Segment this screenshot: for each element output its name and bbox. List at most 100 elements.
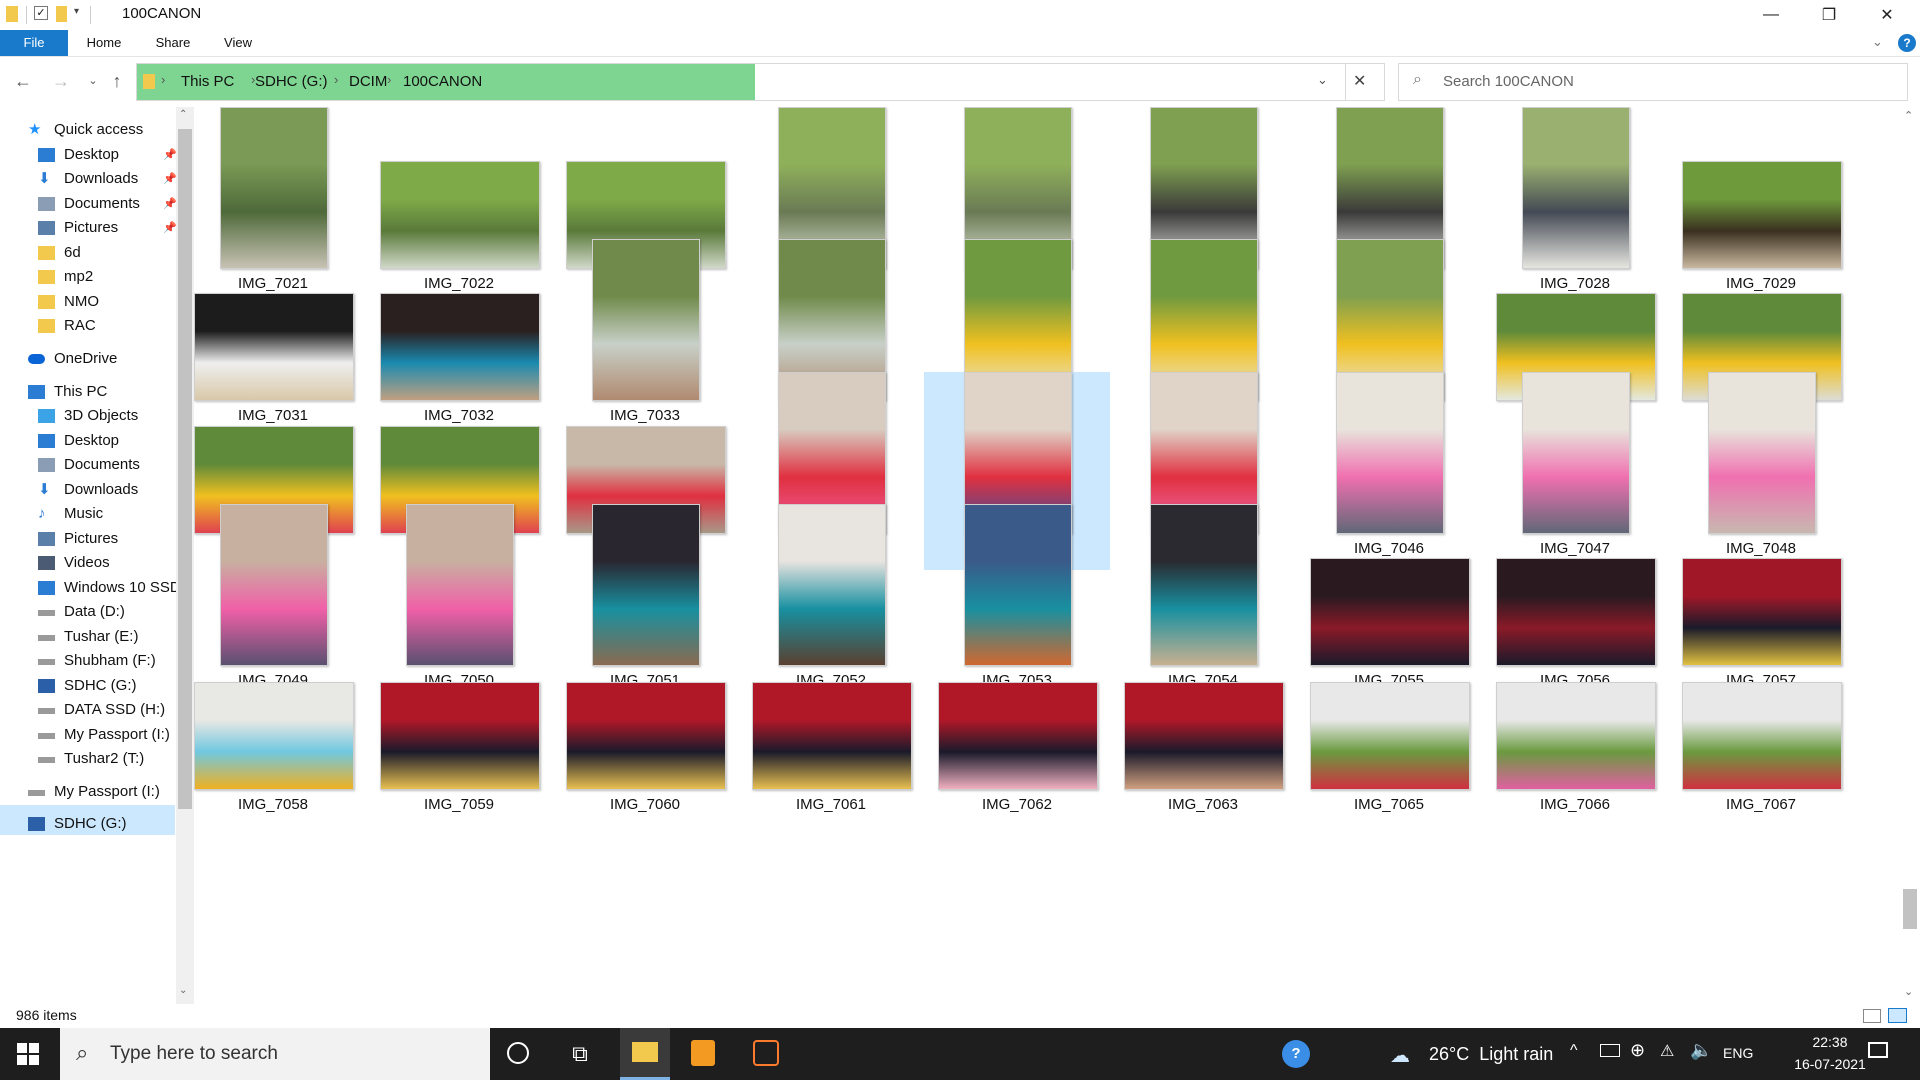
nav-item-shubham-f[interactable]: Shubham (F:) xyxy=(38,647,176,675)
pin-icon[interactable]: 📌 xyxy=(163,165,176,193)
network-globe-icon[interactable]: ⊕ xyxy=(1630,1040,1645,1061)
download-icon: ⬇ xyxy=(38,481,51,498)
tab-view[interactable]: View xyxy=(216,30,260,56)
file-item[interactable]: IMG_7058 xyxy=(194,628,366,826)
nav-item-sdhc-g[interactable]: SDHC (G:) xyxy=(28,810,176,838)
tab-share[interactable]: Share xyxy=(150,30,196,56)
pin-icon[interactable]: 📌 xyxy=(163,214,176,242)
ribbon-expand-chevron-icon[interactable]: ⌄ xyxy=(1872,34,1883,50)
weather-text[interactable]: 26°C Light rain xyxy=(1429,1044,1553,1065)
breadcrumb-sdhc[interactable]: SDHC (G:) xyxy=(255,73,328,90)
large-icons-view-icon[interactable] xyxy=(1888,1008,1907,1023)
breadcrumb-this-pc[interactable]: This PC xyxy=(181,73,234,90)
breadcrumb-dcim[interactable]: DCIM xyxy=(349,73,387,90)
nav-item-mp2[interactable]: mp2 xyxy=(38,263,176,291)
scroll-down-chevron-icon[interactable]: ⌄ xyxy=(179,985,187,996)
ribbon-tabs: File Home Share View ⌄ ? xyxy=(0,30,1920,57)
xampp-icon[interactable] xyxy=(753,1040,779,1066)
breadcrumb-separator-icon: › xyxy=(334,72,339,87)
show-hidden-icons-chevron-icon[interactable]: ^ xyxy=(1570,1042,1578,1060)
forward-arrow-icon[interactable]: → xyxy=(50,69,72,93)
nav-item-onedrive[interactable]: OneDrive xyxy=(28,345,176,373)
drive-icon xyxy=(28,790,45,796)
language-indicator[interactable]: ENG xyxy=(1723,1045,1753,1061)
photo-thumbnail[interactable] xyxy=(938,682,1098,790)
scroll-up-chevron-icon[interactable]: ⌃ xyxy=(179,109,187,120)
scroll-down-chevron-icon[interactable]: ⌄ xyxy=(1904,985,1913,998)
nav-scrollbar[interactable]: ⌃ ⌄ xyxy=(176,107,194,1004)
restore-button[interactable]: ❐ xyxy=(1800,0,1858,30)
notifications-icon[interactable] xyxy=(1868,1042,1888,1058)
tab-home[interactable]: Home xyxy=(80,30,128,56)
file-explorer-taskbar-button[interactable] xyxy=(620,1028,670,1080)
photo-thumbnail[interactable] xyxy=(1496,682,1656,790)
taskbar-search-box[interactable]: ⌕ Type here to search xyxy=(60,1028,490,1080)
clear-address-icon[interactable]: ✕ xyxy=(1353,71,1366,91)
address-dropdown-chevron-icon[interactable]: ⌄ xyxy=(1317,72,1328,88)
photo-thumbnail[interactable] xyxy=(1310,682,1470,790)
customize-toolbar-icon[interactable]: ▾ xyxy=(74,6,79,17)
taskbar-search-input[interactable]: Type here to search xyxy=(110,1043,278,1065)
nav-item-downloads[interactable]: ⬇ Downloads 📌 xyxy=(38,165,176,193)
clock-date[interactable]: 16-07-2021 xyxy=(1790,1056,1870,1072)
file-item[interactable]: IMG_7066 xyxy=(1482,628,1668,826)
content-scroll-thumb[interactable] xyxy=(1903,889,1917,929)
pictures-icon xyxy=(38,221,55,235)
photo-thumbnail[interactable] xyxy=(752,682,912,790)
nav-item-rac[interactable]: RAC xyxy=(38,312,176,340)
nav-item-tushar2-t[interactable]: Tushar2 (T:) xyxy=(38,745,176,773)
photo-thumbnail[interactable] xyxy=(1124,682,1284,790)
file-item[interactable]: IMG_7065 xyxy=(1296,628,1482,826)
nav-item-documents[interactable]: Documents xyxy=(38,451,176,479)
nav-item-data-ssd-h[interactable]: DATA SSD (H:) xyxy=(38,696,176,724)
windows-start-icon[interactable] xyxy=(17,1043,39,1065)
nav-item-quick-access[interactable]: ★ Quick access xyxy=(28,116,176,144)
up-arrow-icon[interactable]: ↑ xyxy=(106,69,128,93)
content-scrollbar[interactable]: ⌃ ⌄ xyxy=(1899,107,1920,1004)
nav-item-3d-objects[interactable]: 3D Objects xyxy=(38,402,176,430)
file-item[interactable]: IMG_7061 xyxy=(738,628,924,826)
cloud-icon xyxy=(28,354,45,364)
back-arrow-icon[interactable]: ← xyxy=(12,69,34,93)
scroll-up-chevron-icon[interactable]: ⌃ xyxy=(1904,109,1913,122)
help-icon[interactable]: ? xyxy=(1898,34,1916,52)
clock-time[interactable]: 22:38 xyxy=(1790,1034,1870,1050)
volume-icon[interactable]: 🔈 xyxy=(1690,1040,1712,1061)
cortana-icon[interactable] xyxy=(507,1042,529,1064)
nav-item-my-passport-i[interactable]: My Passport (I:) xyxy=(28,778,176,806)
details-view-icon[interactable] xyxy=(1863,1009,1881,1023)
battery-icon[interactable] xyxy=(1600,1044,1620,1057)
nav-item-videos[interactable]: Videos xyxy=(38,549,176,577)
nav-item-label: Music xyxy=(64,505,104,522)
nav-item-data-d[interactable]: Data (D:) xyxy=(38,598,176,626)
close-button[interactable]: ✕ xyxy=(1858,0,1916,30)
address-bar[interactable]: › This PC › SDHC (G:) › DCIM › 100CANON … xyxy=(136,63,1385,101)
sublime-text-icon[interactable] xyxy=(691,1040,715,1066)
new-folder-icon[interactable] xyxy=(56,6,67,22)
photo-thumbnail[interactable] xyxy=(194,682,354,790)
nav-item-music[interactable]: ♪ Music xyxy=(38,500,176,528)
search-input[interactable]: Search 100CANON xyxy=(1443,73,1574,90)
photo-thumbnail[interactable] xyxy=(1682,682,1842,790)
task-view-icon[interactable]: ⧉ xyxy=(566,1040,594,1068)
properties-check-icon[interactable]: ✓ xyxy=(34,6,48,20)
file-item[interactable]: IMG_7059 xyxy=(366,628,552,826)
file-item[interactable]: IMG_7060 xyxy=(552,628,738,826)
nav-item-pictures[interactable]: Pictures 📌 xyxy=(38,214,176,242)
breadcrumb-100canon[interactable]: 100CANON xyxy=(403,73,482,90)
photo-thumbnail[interactable] xyxy=(380,682,540,790)
tab-file[interactable]: File xyxy=(0,30,68,56)
security-icon[interactable]: ⚠ xyxy=(1660,1041,1674,1061)
nav-scroll-thumb[interactable] xyxy=(178,129,192,809)
file-item[interactable]: IMG_7067 xyxy=(1668,628,1854,826)
search-box[interactable]: ⌕ Search 100CANON xyxy=(1398,63,1908,101)
computer-icon xyxy=(28,385,45,399)
sdcard-icon xyxy=(38,679,55,693)
nav-item-label: My Passport (I:) xyxy=(54,783,160,800)
help-chat-icon[interactable]: ? xyxy=(1282,1040,1310,1068)
photo-thumbnail[interactable] xyxy=(566,682,726,790)
recent-locations-chevron-icon[interactable]: ⌄ xyxy=(82,69,104,93)
minimize-button[interactable]: — xyxy=(1742,0,1800,30)
file-item[interactable]: IMG_7062 xyxy=(924,628,1110,826)
file-item[interactable]: IMG_7063 xyxy=(1110,628,1296,826)
